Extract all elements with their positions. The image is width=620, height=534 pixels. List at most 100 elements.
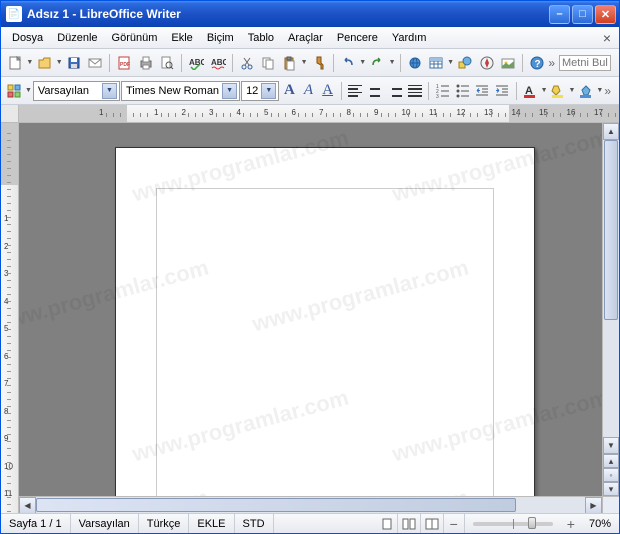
document-area[interactable]: www.programlar.com www.programlar.com ww… — [19, 123, 602, 496]
font-name-combo[interactable]: Times New Roman ▼ — [121, 81, 240, 101]
view-single-page-icon[interactable] — [377, 514, 398, 533]
scroll-track[interactable] — [603, 140, 619, 437]
menu-tools[interactable]: Araçlar — [281, 30, 330, 46]
underline-button[interactable]: A — [319, 80, 337, 102]
svg-text:ABC: ABC — [189, 58, 204, 67]
status-right: − + 70% — [377, 514, 619, 533]
zoom-out-icon[interactable]: − — [444, 514, 465, 533]
bullet-list-icon[interactable] — [453, 79, 472, 102]
cut-icon[interactable] — [237, 51, 257, 74]
spellcheck-icon[interactable]: ABC — [186, 51, 206, 74]
status-selection-mode[interactable]: STD — [235, 514, 274, 533]
increase-indent-icon[interactable] — [493, 79, 512, 102]
numbered-list-icon[interactable]: 123 — [433, 79, 452, 102]
next-page-icon[interactable]: ▾ — [603, 482, 619, 496]
save-icon[interactable] — [64, 51, 84, 74]
format-paintbrush-icon[interactable] — [309, 51, 329, 74]
table-icon[interactable] — [426, 51, 446, 74]
prev-page-icon[interactable]: ▴ — [603, 454, 619, 468]
minimize-button[interactable]: – — [549, 5, 570, 24]
scroll-thumb[interactable] — [36, 498, 516, 512]
menu-insert[interactable]: Ekle — [164, 30, 199, 46]
scroll-thumb[interactable] — [604, 140, 618, 320]
separator — [333, 54, 334, 72]
view-book-icon[interactable] — [421, 514, 444, 533]
align-center-icon[interactable] — [365, 79, 384, 102]
zoom-slider[interactable] — [473, 522, 553, 526]
table-dropdown-icon[interactable]: ▼ — [447, 59, 454, 66]
styles-dialog-icon[interactable] — [5, 79, 24, 102]
redo-icon[interactable] — [367, 51, 387, 74]
zoom-slider-thumb[interactable] — [528, 517, 536, 529]
export-pdf-icon[interactable]: PDF — [114, 51, 134, 74]
close-document-icon[interactable]: × — [599, 30, 615, 46]
toolbar-overflow-icon[interactable]: » — [604, 84, 615, 98]
show-draw-icon[interactable] — [455, 51, 475, 74]
decrease-indent-icon[interactable] — [473, 79, 492, 102]
background-dropdown-icon[interactable]: ▼ — [596, 87, 603, 94]
menu-edit[interactable]: Düzenle — [50, 30, 104, 46]
scroll-track[interactable] — [36, 497, 585, 513]
italic-button[interactable]: A — [299, 80, 317, 102]
font-size-combo[interactable]: 12 ▼ — [241, 81, 279, 101]
open-icon[interactable] — [34, 51, 54, 74]
align-justify-icon[interactable] — [405, 79, 424, 102]
font-color-icon[interactable]: A — [521, 79, 540, 102]
navigator-icon[interactable] — [476, 51, 496, 74]
help-icon[interactable]: ? — [527, 51, 547, 74]
menu-window[interactable]: Pencere — [330, 30, 385, 46]
zoom-in-icon[interactable]: + — [561, 516, 581, 532]
align-right-icon[interactable] — [385, 79, 404, 102]
scroll-down-icon[interactable]: ▼ — [603, 437, 619, 454]
scroll-left-icon[interactable]: ◀ — [19, 497, 36, 513]
status-insert-mode[interactable]: EKLE — [189, 514, 234, 533]
paragraph-style-combo[interactable]: Varsayılan ▼ — [33, 81, 120, 101]
font-color-dropdown-icon[interactable]: ▼ — [541, 87, 548, 94]
maximize-button[interactable]: □ — [572, 5, 593, 24]
menu-help[interactable]: Yardım — [385, 30, 434, 46]
status-page[interactable]: Sayfa 1 / 1 — [1, 514, 71, 533]
scroll-right-icon[interactable]: ▶ — [585, 497, 602, 513]
find-input[interactable] — [559, 55, 611, 71]
hyperlink-icon[interactable] — [404, 51, 424, 74]
vertical-ruler[interactable]: 1234567891011121314 — [1, 123, 18, 513]
find-toolbar: » — [548, 55, 615, 71]
close-button[interactable]: ✕ — [595, 5, 616, 24]
vertical-scrollbar[interactable]: ▲ ▼ ▴ ◦ ▾ — [602, 123, 619, 496]
horizontal-scrollbar[interactable]: ◀ ▶ — [19, 496, 619, 513]
scroll-up-icon[interactable]: ▲ — [603, 123, 619, 140]
open-dropdown-icon[interactable]: ▼ — [56, 59, 63, 66]
new-dropdown-icon[interactable]: ▼ — [26, 59, 33, 66]
redo-dropdown-icon[interactable]: ▼ — [389, 59, 396, 66]
new-document-icon[interactable] — [5, 51, 25, 74]
horizontal-ruler[interactable]: 1123456789101112131415161718 — [19, 105, 619, 123]
font-size-value: 12 — [246, 85, 258, 97]
align-left-icon[interactable] — [346, 79, 365, 102]
undo-dropdown-icon[interactable]: ▼ — [359, 59, 366, 66]
email-icon[interactable] — [85, 51, 105, 74]
highlight-dropdown-icon[interactable]: ▼ — [568, 87, 575, 94]
paste-icon[interactable] — [279, 51, 299, 74]
menu-table[interactable]: Tablo — [241, 30, 281, 46]
paste-dropdown-icon[interactable]: ▼ — [301, 59, 308, 66]
navigation-icon[interactable]: ◦ — [603, 468, 619, 482]
print-icon[interactable] — [136, 51, 156, 74]
status-language[interactable]: Türkçe — [139, 514, 190, 533]
status-style[interactable]: Varsayılan — [71, 514, 139, 533]
menu-view[interactable]: Görünüm — [105, 30, 165, 46]
styles-dropdown-icon[interactable]: ▼ — [25, 87, 32, 94]
undo-icon[interactable] — [338, 51, 358, 74]
gallery-icon[interactable] — [498, 51, 518, 74]
separator — [181, 54, 182, 72]
bold-button[interactable]: A — [280, 80, 298, 102]
menu-file[interactable]: Dosya — [5, 30, 50, 46]
background-color-icon[interactable] — [576, 79, 595, 102]
highlight-color-icon[interactable] — [549, 79, 568, 102]
svg-text:3: 3 — [436, 94, 439, 99]
print-preview-icon[interactable] — [157, 51, 177, 74]
copy-icon[interactable] — [258, 51, 278, 74]
menu-format[interactable]: Biçim — [200, 30, 241, 46]
auto-spellcheck-icon[interactable]: ABC — [207, 51, 227, 74]
zoom-percent[interactable]: 70% — [581, 514, 619, 533]
view-multi-page-icon[interactable] — [398, 514, 421, 533]
